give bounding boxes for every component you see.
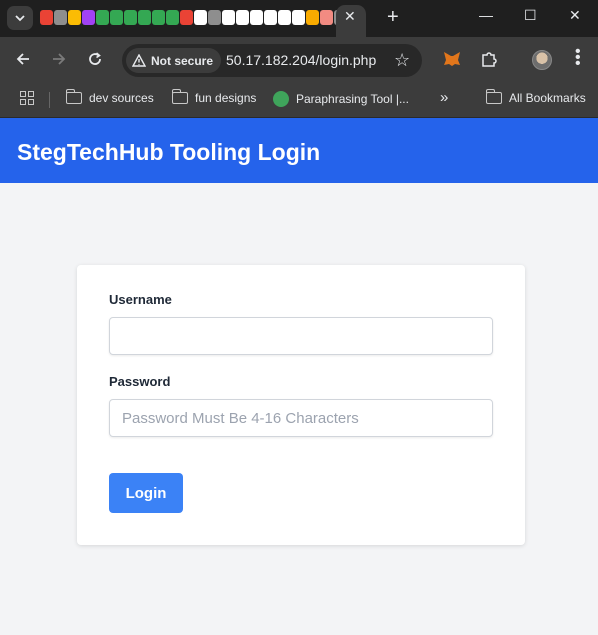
tab-favicon-icon[interactable]	[194, 10, 207, 25]
page-header: StegTechHub Tooling Login	[0, 118, 598, 183]
tab-favicon-icon[interactable]	[306, 10, 319, 25]
bookmark-folder-dev-sources[interactable]: dev sources	[65, 89, 154, 105]
tab-favicon-icon[interactable]	[124, 10, 137, 25]
close-window-button[interactable]: ✕	[569, 7, 581, 24]
minimize-button[interactable]: —	[479, 7, 493, 23]
bookmarks-overflow-button[interactable]: »	[440, 89, 448, 106]
browser-toolbar: Not secure 50.17.182.204/login.php ☆ • • •	[0, 37, 598, 84]
tab-favicon-icon[interactable]	[96, 10, 109, 25]
bookmark-label: dev sources	[89, 91, 154, 105]
login-card: Username Password Login	[77, 265, 525, 545]
tab-favicon-icon[interactable]	[152, 10, 165, 25]
page-title: StegTechHub Tooling Login	[17, 139, 321, 165]
tab-favicon-icon[interactable]	[166, 10, 179, 25]
bookmark-label: fun designs	[195, 91, 257, 105]
metamask-extension-icon[interactable]	[443, 51, 461, 72]
forward-icon[interactable]	[51, 51, 67, 72]
pinned-tab-favicons	[40, 10, 347, 25]
apps-grid-icon[interactable]	[20, 91, 34, 105]
bookmark-star-icon[interactable]: ☆	[394, 50, 410, 71]
tab-favicon-icon[interactable]	[68, 10, 81, 25]
tab-favicon-icon[interactable]	[180, 10, 193, 25]
bookmark-folder-fun-designs[interactable]: fun designs	[171, 89, 257, 105]
address-bar[interactable]: Not secure 50.17.182.204/login.php ☆	[122, 44, 422, 77]
more-menu-icon[interactable]: • • •	[575, 44, 581, 72]
tab-favicon-icon[interactable]	[40, 10, 53, 25]
folder-icon	[171, 89, 188, 104]
password-input[interactable]	[109, 399, 493, 437]
tab-favicon-icon[interactable]	[138, 10, 151, 25]
folder-icon	[65, 89, 82, 104]
maximize-button[interactable]: ☐	[524, 7, 537, 24]
bookmark-label: Paraphrasing Tool |...	[296, 92, 409, 106]
tab-favicon-icon[interactable]	[278, 10, 291, 25]
login-button[interactable]: Login	[109, 473, 183, 513]
warning-icon	[132, 54, 146, 67]
all-bookmarks-button[interactable]: All Bookmarks	[485, 89, 586, 105]
tab-favicon-icon[interactable]	[110, 10, 123, 25]
bookmarks-bar: dev sources fun designs Paraphrasing Too…	[0, 84, 598, 118]
bookmarks-separator	[49, 92, 50, 108]
bookmark-label: All Bookmarks	[509, 91, 586, 105]
tab-favicon-icon[interactable]	[54, 10, 67, 25]
robot-icon	[273, 91, 289, 107]
tab-favicon-icon[interactable]	[320, 10, 333, 25]
tab-favicon-icon[interactable]	[82, 10, 95, 25]
profile-avatar[interactable]	[532, 50, 552, 70]
bookmark-paraphrasing-tool[interactable]: Paraphrasing Tool |...	[273, 91, 409, 107]
tab-favicon-icon[interactable]	[250, 10, 263, 25]
url-text: 50.17.182.204/login.php	[226, 52, 377, 68]
tab-favicon-icon[interactable]	[292, 10, 305, 25]
extensions-puzzle-icon[interactable]	[480, 51, 498, 72]
password-label: Password	[109, 374, 171, 389]
tab-favicon-icon[interactable]	[236, 10, 249, 25]
chevron-down-icon	[15, 15, 25, 22]
username-input[interactable]	[109, 317, 493, 355]
back-icon[interactable]	[15, 51, 31, 72]
tab-favicon-icon[interactable]	[222, 10, 235, 25]
tab-favicon-icon[interactable]	[208, 10, 221, 25]
site-info-chip[interactable]: Not secure	[126, 48, 222, 73]
tab-strip: ✕ + — ☐ ✕	[0, 0, 598, 37]
tab-search-button[interactable]	[7, 6, 33, 30]
close-tab-icon[interactable]: ✕	[344, 8, 356, 25]
reload-icon[interactable]	[87, 51, 103, 72]
folder-icon	[485, 89, 502, 104]
new-tab-button[interactable]: +	[387, 5, 399, 29]
username-label: Username	[109, 292, 172, 307]
tab-favicon-icon[interactable]	[264, 10, 277, 25]
not-secure-label: Not secure	[151, 53, 214, 68]
